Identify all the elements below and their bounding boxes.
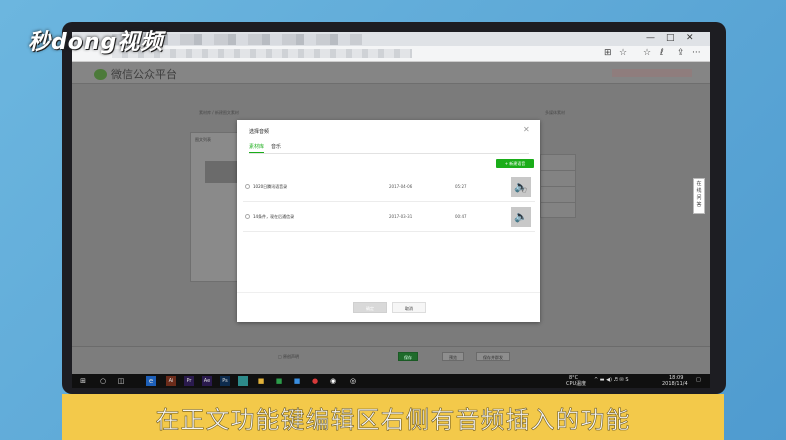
after-effects-icon[interactable]: Ae: [202, 376, 212, 386]
tool-item[interactable]: [540, 154, 576, 170]
wechat-logo-icon: [94, 68, 107, 80]
right-section-title: 多媒体素材: [545, 110, 565, 115]
list-item[interactable]: 14条件，现在后通信录 2017-03-31 00:47 🔈: [243, 202, 535, 232]
side-char: 线: [696, 188, 702, 194]
favorite-icon[interactable]: ☆: [619, 48, 627, 58]
windows-taskbar: ⊞ ○ ◫ e Ai Pr Ae Ps ■ ■ ■ ● ◉ ◎ 8°C CPU温…: [72, 374, 710, 388]
side-char: 在: [696, 181, 702, 187]
app-icon[interactable]: [238, 376, 248, 386]
account-blurred[interactable]: [612, 69, 692, 77]
panel-title: 图文列表: [195, 137, 211, 142]
save-button[interactable]: 保存: [398, 352, 418, 361]
preview-button[interactable]: 预览: [442, 352, 464, 361]
browser-titlebar: — □ ✕: [72, 32, 710, 46]
close-window-icon[interactable]: ✕: [686, 33, 694, 43]
minimize-icon[interactable]: —: [646, 33, 655, 43]
radio-button[interactable]: [245, 184, 250, 189]
original-checkbox[interactable]: □ 原创声明: [278, 354, 299, 360]
confirm-button[interactable]: 确定: [353, 302, 387, 313]
share-icon[interactable]: ⇪: [677, 48, 685, 58]
tab-library[interactable]: 素材库: [249, 143, 265, 153]
dialog-tabs: 素材库 音乐: [249, 143, 529, 154]
maximize-icon[interactable]: □: [666, 33, 675, 43]
right-tool-list: [540, 154, 576, 234]
subtitle-bar: 在正文功能键编辑区右侧有音频插入的功能: [62, 394, 724, 440]
search-icon[interactable]: ○: [98, 376, 108, 386]
tool-item[interactable]: [540, 186, 576, 202]
article-list-panel: 图文列表: [190, 132, 238, 282]
cpu-temp-text: CPU温度: [566, 381, 587, 387]
audio-duration: 05:27: [455, 184, 467, 189]
record-icon[interactable]: ●: [310, 376, 320, 386]
tab-music[interactable]: 音乐: [271, 143, 281, 150]
wechat-web-icon[interactable]: ◎: [348, 376, 358, 386]
speaker-icon[interactable]: 🔈: [511, 207, 531, 227]
platform-logo[interactable]: 微信公众平台: [94, 66, 177, 82]
audio-duration: 00:47: [455, 214, 467, 219]
mouse-cursor-icon: ☜: [519, 186, 528, 196]
audio-name: 14条件，现在后通信录: [253, 214, 295, 219]
task-view-icon[interactable]: ◫: [116, 376, 126, 386]
audio-date: 2017-04-06: [389, 184, 413, 189]
side-char: 问: [696, 195, 702, 201]
illustrator-icon[interactable]: Ai: [166, 376, 176, 386]
select-audio-dialog: 选择音频 ✕ 素材库 音乐 + 新建语音 1020日腾讯语音录 2017-04-…: [237, 120, 540, 322]
editor-bottom-bar: □ 原创声明 保存 预览 保存并群发: [72, 346, 710, 374]
video-app-icon[interactable]: ■: [274, 376, 284, 386]
notes-icon[interactable]: ℓ: [660, 48, 664, 58]
favorites-hub-icon[interactable]: ☆: [643, 48, 651, 58]
article-thumbnail[interactable]: [205, 161, 237, 183]
photoshop-icon[interactable]: Ps: [220, 376, 230, 386]
online-qa-button[interactable]: 在 线 问 答: [693, 178, 705, 214]
more-icon[interactable]: ···: [692, 48, 701, 58]
reading-view-icon[interactable]: ⊞: [604, 48, 612, 58]
audio-date: 2017-03-31: [389, 214, 413, 219]
wechat-icon[interactable]: ◉: [328, 376, 338, 386]
notification-icon[interactable]: □: [696, 378, 701, 383]
folder-icon[interactable]: ■: [256, 376, 266, 386]
audio-name: 1020日腾讯语音录: [253, 184, 288, 189]
close-icon[interactable]: ✕: [523, 125, 530, 134]
new-voice-button[interactable]: + 新建语音: [496, 159, 534, 168]
breadcrumb: 素材库 / 新建图文素材: [199, 110, 239, 115]
platform-header: 微信公众平台: [72, 62, 710, 84]
subtitle-text: 在正文功能键编辑区右侧有音频插入的功能: [155, 406, 631, 435]
list-item[interactable]: 1020日腾讯语音录 2017-04-06 05:27 🔈 ☜: [243, 172, 535, 202]
dialog-title: 选择音频: [249, 129, 270, 135]
side-char: 答: [696, 202, 702, 208]
clock-date: 2018/11/4: [662, 381, 688, 387]
edge-icon[interactable]: e: [146, 376, 156, 386]
cancel-button[interactable]: 取消: [392, 302, 426, 313]
tool-item[interactable]: [540, 170, 576, 186]
logo-text: 微信公众平台: [111, 68, 177, 81]
save-and-send-button[interactable]: 保存并群发: [476, 352, 510, 361]
premiere-icon[interactable]: Pr: [184, 376, 194, 386]
radio-button[interactable]: [245, 214, 250, 219]
dialog-footer: 确定 取消: [237, 292, 540, 322]
address-bar[interactable]: ⊞ ☆ ☆ ℓ ⇪ ···: [72, 46, 710, 62]
tool-item[interactable]: [540, 202, 576, 218]
start-icon[interactable]: ⊞: [78, 376, 88, 386]
video-watermark: 秒dong视频: [28, 30, 164, 55]
screen: — □ ✕ ⊞ ☆ ☆ ℓ ⇪ ··· 微信公众平台 素材库 / 新建图文素材 …: [72, 32, 710, 388]
tray-icons[interactable]: ^ ▬ ◀) ♬ ✉ S: [594, 378, 629, 383]
media-app-icon[interactable]: ■: [292, 376, 302, 386]
